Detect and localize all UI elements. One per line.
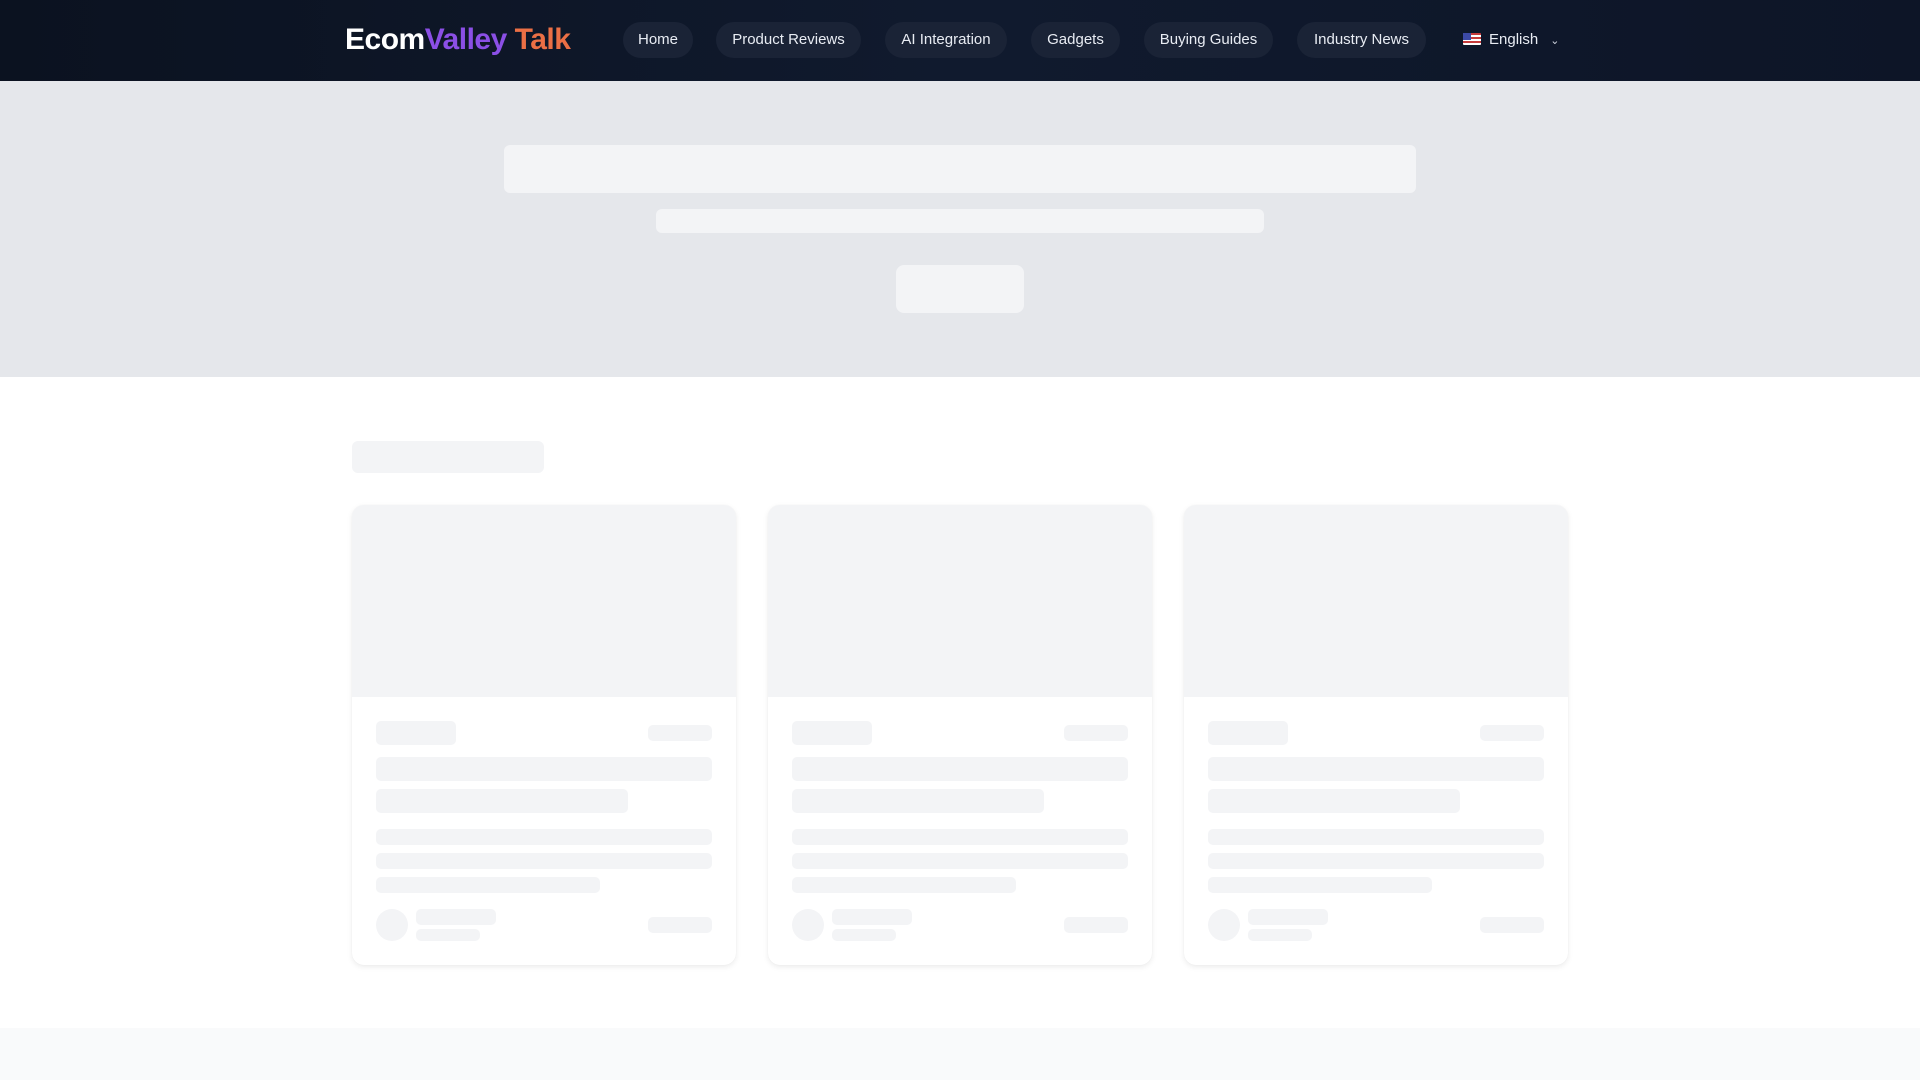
- nav-buying-guides[interactable]: Buying Guides: [1144, 22, 1273, 58]
- card-avatar-placeholder: [1208, 909, 1240, 941]
- card-title-line-placeholder: [1208, 757, 1544, 781]
- card-title-line-placeholder: [1208, 789, 1460, 813]
- card-meta-placeholder: [1248, 929, 1312, 941]
- card-author-placeholder: [1248, 909, 1328, 925]
- card-text-line-placeholder: [1208, 877, 1432, 893]
- site-header: EcomValley Talk Home Product Reviews AI …: [0, 0, 1920, 81]
- card-text-line-placeholder: [1208, 853, 1544, 869]
- article-card-placeholder: [768, 505, 1152, 965]
- card-image-placeholder: [768, 505, 1152, 697]
- card-category-placeholder: [792, 721, 872, 745]
- article-card-placeholder: [1184, 505, 1568, 965]
- card-date-placeholder: [648, 725, 712, 741]
- hero-skeleton: [0, 81, 1920, 377]
- language-label: English: [1489, 31, 1539, 48]
- card-text-line-placeholder: [376, 829, 712, 845]
- card-title-line-placeholder: [792, 757, 1128, 781]
- us-flag-icon: [1463, 33, 1481, 45]
- card-text-line-placeholder: [792, 877, 1016, 893]
- card-meta-placeholder: [416, 929, 480, 941]
- nav-product-reviews[interactable]: Product Reviews: [716, 22, 861, 58]
- card-text-line-placeholder: [1208, 829, 1544, 845]
- hero-title-placeholder: [504, 145, 1416, 193]
- card-meta-placeholder: [832, 929, 896, 941]
- card-avatar-placeholder: [376, 909, 408, 941]
- card-category-placeholder: [1208, 721, 1288, 745]
- site-logo[interactable]: EcomValley Talk: [345, 20, 571, 60]
- card-readtime-placeholder: [648, 917, 712, 933]
- language-selector[interactable]: English ⌄: [1463, 22, 1559, 58]
- card-title-line-placeholder: [376, 757, 712, 781]
- card-date-placeholder: [1480, 725, 1544, 741]
- card-readtime-placeholder: [1480, 917, 1544, 933]
- card-text-line-placeholder: [376, 877, 600, 893]
- card-author-placeholder: [832, 909, 912, 925]
- section-title-placeholder: [352, 441, 544, 473]
- card-image-placeholder: [352, 505, 736, 697]
- card-avatar-placeholder: [792, 909, 824, 941]
- hero-subtitle-placeholder: [656, 209, 1264, 233]
- card-title-line-placeholder: [376, 789, 628, 813]
- logo-part-ecom: Ecom: [345, 23, 425, 56]
- logo-part-valley: Valley: [424, 23, 508, 56]
- card-category-placeholder: [376, 721, 456, 745]
- nav-gadgets[interactable]: Gadgets: [1031, 22, 1120, 58]
- card-text-line-placeholder: [792, 829, 1128, 845]
- hero-button-placeholder: [896, 265, 1024, 313]
- footer-area: [0, 1028, 1920, 1080]
- card-title-line-placeholder: [792, 789, 1044, 813]
- card-text-line-placeholder: [792, 853, 1128, 869]
- logo-part-talk: Talk: [514, 23, 571, 56]
- nav-ai-integration[interactable]: AI Integration: [885, 22, 1007, 58]
- card-image-placeholder: [1184, 505, 1568, 697]
- article-card-placeholder: [352, 505, 736, 965]
- card-text-line-placeholder: [376, 853, 712, 869]
- nav-home[interactable]: Home: [623, 22, 693, 58]
- card-author-placeholder: [416, 909, 496, 925]
- card-date-placeholder: [1064, 725, 1128, 741]
- chevron-down-icon: ⌄: [1550, 35, 1560, 47]
- card-readtime-placeholder: [1064, 917, 1128, 933]
- nav-industry-news[interactable]: Industry News: [1297, 22, 1426, 58]
